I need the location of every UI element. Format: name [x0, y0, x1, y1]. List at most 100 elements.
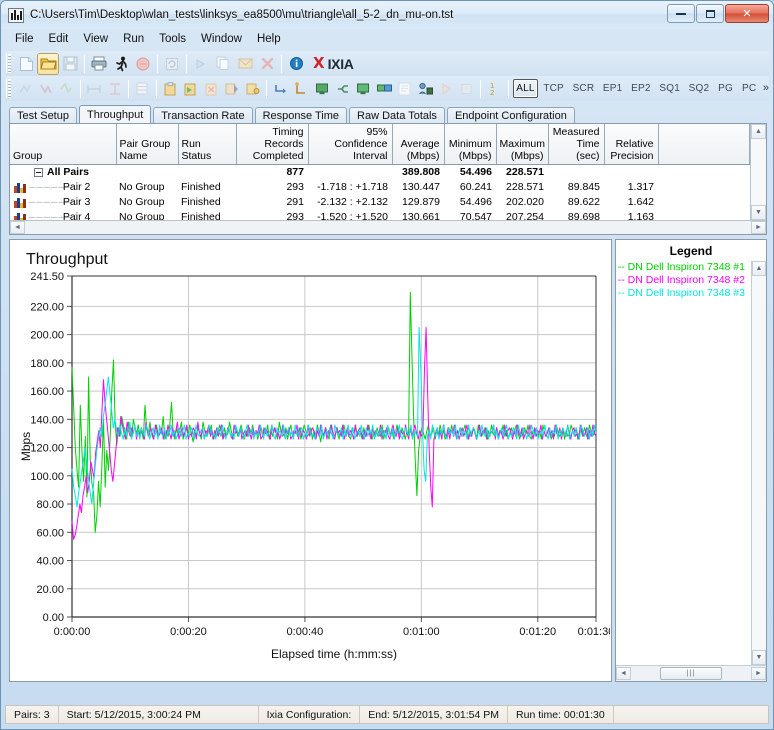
sequence-button[interactable]: 12 — [484, 78, 505, 100]
filter-all-button[interactable]: ALL — [512, 79, 538, 98]
filter-pg-button[interactable]: PG — [715, 79, 737, 98]
clipboard-paste-button[interactable] — [180, 78, 201, 100]
scroll-right-icon[interactable]: ► — [751, 667, 766, 680]
col-confidence-interval[interactable]: 95% Confidence Interval — [308, 124, 393, 165]
tab-response-time[interactable]: Response Time — [254, 107, 348, 123]
open-file-button[interactable] — [37, 52, 59, 75]
col-relative-precision[interactable]: Relative Precision — [604, 124, 659, 165]
scroll-down-icon[interactable]: ▼ — [751, 204, 766, 220]
filter-ep2-button[interactable]: EP2 — [628, 79, 654, 98]
connection-button[interactable] — [332, 78, 353, 100]
fit-page-button[interactable] — [104, 78, 125, 100]
table-vertical-scrollbar[interactable]: ▲ ▼ — [750, 124, 766, 220]
run-test-button[interactable] — [110, 53, 132, 75]
info-button[interactable] — [285, 53, 307, 75]
menu-file[interactable]: File — [8, 31, 41, 48]
stop-group-button[interactable] — [456, 78, 477, 100]
col-measured-time[interactable]: Measured Time (sec) — [548, 124, 605, 165]
col-timing-records[interactable]: Timing Records Completed — [236, 124, 309, 165]
table-horizontal-scrollbar[interactable]: ◄ ► — [10, 219, 766, 234]
toolbar-overflow-icon[interactable]: » — [763, 83, 769, 94]
filter-tcp-button[interactable]: TCP — [540, 79, 567, 98]
legend-item[interactable]: 4 -- DN Dell Inspiron 7348 #3 — [616, 287, 751, 300]
table-row-all-pairs[interactable]: All Pairs 877 389.808 54.496 228.571 — [10, 165, 750, 180]
tab-endpoint-configuration[interactable]: Endpoint Configuration — [446, 107, 575, 123]
menu-window[interactable]: Window — [194, 31, 249, 48]
chart-zoom-in-button[interactable] — [15, 78, 36, 100]
legend-horizontal-scrollbar[interactable]: ◄ ||| ► — [616, 665, 766, 681]
scroll-right-icon[interactable]: ► — [751, 220, 766, 234]
clipboard-settings-button[interactable] — [222, 78, 243, 100]
report-button[interactable] — [394, 78, 415, 100]
route-alt-button[interactable] — [291, 78, 312, 100]
chart-zoom-out-button[interactable] — [35, 78, 56, 100]
endpoint-pair-button[interactable] — [374, 78, 395, 100]
scroll-left-icon[interactable]: ◄ — [10, 220, 25, 234]
table-row[interactable]: ──────Pair 4 No Group Finished 293 -1.52… — [10, 210, 750, 220]
menu-help[interactable]: Help — [250, 31, 288, 48]
minimize-button[interactable] — [667, 4, 695, 23]
delete-button[interactable] — [256, 53, 278, 75]
menu-edit[interactable]: Edit — [42, 31, 76, 48]
new-file-button[interactable] — [15, 53, 37, 75]
print-button[interactable] — [88, 53, 110, 75]
col-maximum[interactable]: Maximum (Mbps) — [496, 124, 549, 165]
toolbar-grip[interactable] — [6, 79, 12, 98]
scroll-up-icon[interactable]: ▲ — [751, 124, 766, 139]
clipboard-copy-button[interactable] — [160, 78, 181, 100]
security-button[interactable] — [415, 78, 436, 100]
filter-scr-button[interactable]: SCR — [569, 79, 597, 98]
scroll-down-icon[interactable]: ▼ — [752, 650, 766, 665]
scroll-thumb[interactable]: ||| — [660, 667, 722, 680]
col-group[interactable]: Group — [10, 124, 117, 165]
table-row[interactable]: ──────Pair 2 No Group Finished 293 -1.71… — [10, 180, 750, 195]
table-row[interactable]: ──────Pair 3 No Group Finished 291 -2.13… — [10, 195, 750, 210]
refresh-button[interactable] — [161, 53, 183, 75]
scroll-left-icon[interactable]: ◄ — [616, 667, 631, 680]
clipboard-key-button[interactable] — [243, 78, 264, 100]
close-button[interactable]: ✕ — [725, 4, 769, 23]
legend-item[interactable]: 3 -- DN Dell Inspiron 7348 #2 — [616, 274, 751, 287]
chart-canvas[interactable]: 0.00 20.00 40.00 60.00 80.00 100.00 120.00 140.… — [10, 240, 610, 681]
copy-button[interactable] — [212, 53, 234, 75]
chart-reset-button[interactable] — [56, 78, 77, 100]
scroll-up-icon[interactable]: ▲ — [752, 261, 766, 276]
menu-run[interactable]: Run — [116, 31, 151, 48]
app-icon — [8, 7, 24, 23]
tab-transaction-rate[interactable]: Transaction Rate — [153, 107, 253, 123]
cell-run-status: Finished — [181, 211, 221, 220]
add-pair-button[interactable] — [190, 53, 212, 75]
legend-item[interactable]: 2 -- DN Dell Inspiron 7348 #1 — [616, 261, 751, 274]
scroll-thumb[interactable] — [752, 276, 766, 650]
menu-tools[interactable]: Tools — [152, 31, 193, 48]
clipboard-clear-button[interactable] — [201, 78, 222, 100]
ixia-logo: X IXIA — [313, 56, 354, 71]
col-run-status[interactable]: Run Status — [178, 124, 237, 165]
filter-sq1-button[interactable]: SQ1 — [656, 79, 683, 98]
toolbar-grip[interactable] — [6, 54, 12, 73]
endpoint-1-button[interactable] — [312, 78, 333, 100]
tab-throughput[interactable]: Throughput — [78, 105, 152, 123]
fit-width-button[interactable] — [84, 78, 105, 100]
col-minimum[interactable]: Minimum (Mbps) — [444, 124, 497, 165]
col-average[interactable]: Average (Mbps) — [392, 124, 445, 165]
run-group-button[interactable] — [436, 78, 457, 100]
stop-test-button[interactable] — [132, 53, 154, 75]
filter-sq2-button[interactable]: SQ2 — [685, 79, 712, 98]
grid-view-button[interactable] — [132, 78, 153, 100]
scroll-thumb[interactable] — [751, 139, 766, 205]
route-button[interactable] — [270, 78, 291, 100]
filter-ep1-button[interactable]: EP1 — [600, 79, 626, 98]
export-button[interactable] — [234, 53, 256, 75]
tab-raw-data-totals[interactable]: Raw Data Totals — [349, 107, 445, 123]
endpoint-2-button[interactable] — [353, 78, 374, 100]
tree-collapse-icon[interactable] — [34, 167, 43, 177]
col-pair-group-name[interactable]: Pair Group Name — [116, 124, 179, 165]
save-button[interactable] — [59, 53, 81, 75]
filter-pc-button[interactable]: PC — [738, 79, 759, 98]
maximize-button[interactable] — [696, 4, 724, 23]
menu-view[interactable]: View — [76, 31, 115, 48]
chart-area: Throughput 0.00 20.00 40.00 60.00 80.00 100.0… — [9, 239, 767, 682]
tab-test-setup[interactable]: Test Setup — [9, 107, 77, 123]
legend-vertical-scrollbar[interactable]: ▲ ▼ — [751, 261, 766, 665]
